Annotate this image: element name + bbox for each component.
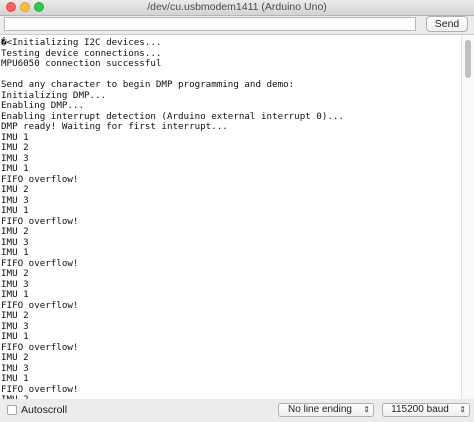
output-line: MPU6050 connection successful [1, 58, 162, 69]
output-line: IMU 3 [1, 236, 29, 248]
output-line: FIFO overflow! [1, 341, 79, 353]
output-line: IMU 1 [1, 331, 29, 342]
autoscroll-label[interactable]: Autoscroll [21, 404, 67, 416]
output-line: IMU 1 [1, 373, 29, 384]
output-line: �<Initializing I2C devices... [1, 37, 162, 48]
output-line: FIFO overflow! [1, 173, 79, 185]
autoscroll-checkbox[interactable] [7, 405, 17, 415]
output-line: IMU 2 [1, 142, 29, 153]
window-titlebar[interactable]: /dev/cu.usbmodem1411 (Arduino Uno) [0, 0, 474, 16]
baud-rate-value: 115200 baud [391, 404, 449, 415]
output-line: IMU 2 [1, 184, 29, 195]
output-line: IMU 3 [1, 320, 29, 332]
line-ending-select[interactable]: No line ending ⇕ [278, 403, 374, 417]
serial-input[interactable] [4, 17, 416, 31]
updown-arrows-icon: ⇕ [363, 405, 370, 414]
output-line: IMU 2 [1, 352, 29, 363]
updown-arrows-icon: ⇕ [459, 405, 466, 414]
output-line: IMU 1 [1, 247, 29, 258]
window-title: /dev/cu.usbmodem1411 (Arduino Uno) [147, 1, 327, 13]
serial-output-lines: �<Initializing I2C devices... Testing dev… [0, 37, 460, 399]
output-line: FIFO overflow! [1, 299, 79, 311]
output-line: IMU 3 [1, 278, 29, 290]
output-line: IMU 2 [1, 310, 29, 321]
output-line: FIFO overflow! [1, 257, 79, 269]
vertical-scrollbar[interactable] [461, 35, 474, 399]
serial-output-panel[interactable]: �<Initializing I2C devices... Testing dev… [0, 34, 474, 399]
output-line: FIFO overflow! [1, 383, 79, 395]
output-line: Enabling DMP... [1, 100, 84, 111]
output-line: IMU 1 [1, 289, 29, 300]
baud-rate-select[interactable]: 115200 baud ⇕ [382, 403, 470, 417]
scrollbar-thumb[interactable] [465, 40, 471, 78]
output-line: IMU 3 [1, 194, 29, 206]
line-ending-value: No line ending [288, 404, 352, 415]
status-bar: Autoscroll No line ending ⇕ 115200 baud … [0, 399, 474, 422]
output-line: IMU 2 [1, 226, 29, 237]
output-line: IMU 3 [1, 362, 29, 374]
send-toolbar: Send [0, 16, 474, 34]
send-button[interactable]: Send [426, 16, 468, 32]
output-line: Send any character to begin DMP programm… [1, 79, 295, 90]
output-line: IMU 1 [1, 205, 29, 216]
output-line: IMU 1 [1, 131, 29, 143]
output-line: IMU 3 [1, 152, 29, 164]
output-line: IMU 2 [1, 268, 29, 279]
output-line: IMU 1 [1, 163, 29, 174]
output-line: FIFO overflow! [1, 215, 79, 227]
output-line: DMP ready! Waiting for first interrupt..… [1, 121, 228, 132]
